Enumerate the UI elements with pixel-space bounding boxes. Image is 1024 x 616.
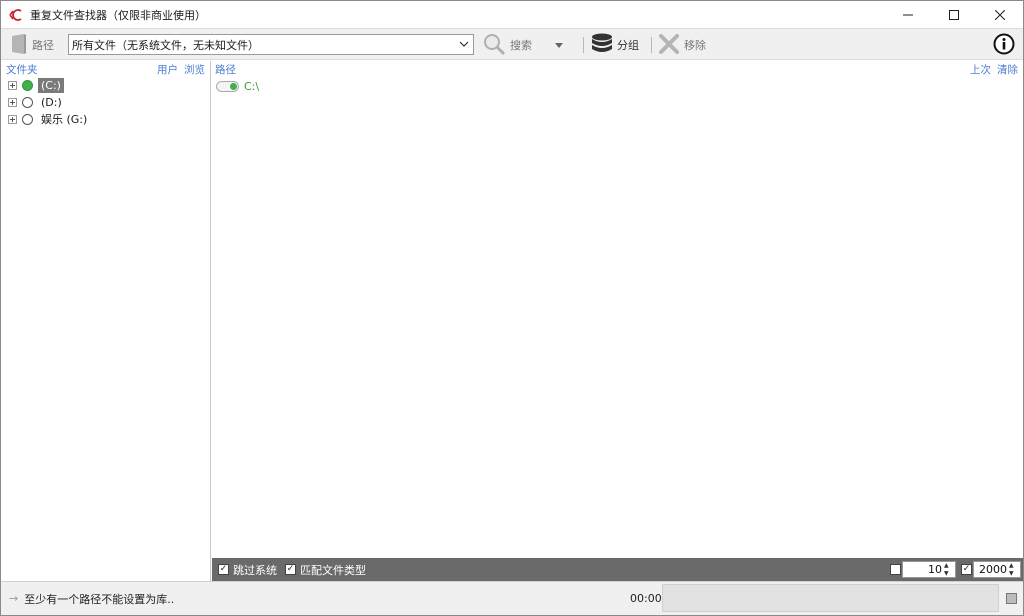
- drive-item-c[interactable]: (C:): [1, 77, 210, 94]
- max-size-value: 2000: [979, 563, 1007, 576]
- info-button[interactable]: [993, 29, 1015, 61]
- maximize-button[interactable]: [931, 1, 977, 28]
- database-icon: [591, 33, 613, 58]
- maximize-icon: [949, 9, 959, 20]
- chevron-down-icon: [458, 38, 470, 50]
- min-size-spinner[interactable]: 10 ▲ ▼: [902, 561, 956, 578]
- drive-label: (C:): [38, 78, 64, 93]
- options-bar: ✓ 跳过系统 ✓ 匹配文件类型 10 ▲ ▼ ✓ 2000 ▲ ▼: [212, 558, 1023, 581]
- caret-down-icon: [555, 39, 563, 52]
- path-list-item[interactable]: C:\: [216, 77, 1023, 95]
- users-link[interactable]: 用户: [157, 62, 178, 77]
- path-pane-title: 路径: [215, 63, 236, 76]
- skip-system-label: 跳过系统: [233, 563, 277, 577]
- drive-label: 娱乐 (G:): [41, 113, 88, 126]
- app-window: 重复文件查找器（仅限非商业使用） 路径 所有文件（无系统文件，无未知文件） 搜索…: [0, 0, 1024, 616]
- drive-item-g[interactable]: 娱乐 (G:): [1, 111, 210, 128]
- expand-icon[interactable]: [8, 81, 17, 90]
- spinner-arrows-icon[interactable]: ▲ ▼: [944, 562, 953, 577]
- expand-icon[interactable]: [8, 115, 17, 124]
- max-size-checkbox[interactable]: ✓: [961, 564, 972, 575]
- path-button-label: 路径: [32, 39, 54, 52]
- elapsed-time: 00:00: [630, 592, 662, 605]
- door-icon: [10, 33, 28, 58]
- group-button[interactable]: 分组: [591, 29, 639, 61]
- remove-button-label: 移除: [684, 39, 706, 52]
- search-button[interactable]: 搜索: [482, 29, 532, 61]
- last-link[interactable]: 上次: [970, 62, 991, 77]
- log-icon[interactable]: [1006, 593, 1017, 604]
- arrow-right-icon: →: [9, 592, 19, 605]
- toolbar-separator: [583, 37, 584, 53]
- window-title: 重复文件查找器（仅限非商业使用）: [30, 8, 206, 22]
- active-status-icon[interactable]: [22, 80, 33, 91]
- spinner-arrows-icon[interactable]: ▲ ▼: [1009, 562, 1018, 577]
- path-text: C:\: [244, 79, 260, 93]
- path-button[interactable]: 路径: [10, 29, 54, 61]
- match-type-checkbox[interactable]: ✓: [285, 564, 296, 575]
- minimize-button[interactable]: [885, 1, 931, 28]
- minimize-icon: [903, 14, 913, 15]
- path-pane-header: 路径 上次 清除: [212, 61, 1023, 77]
- search-options-dropdown[interactable]: [555, 29, 563, 61]
- toolbar-separator: [651, 37, 652, 53]
- folder-pane-header: 文件夹 用户 浏览: [1, 61, 210, 77]
- close-button[interactable]: [977, 1, 1023, 28]
- info-icon: [993, 33, 1015, 58]
- toggle-knob-icon: [230, 82, 237, 90]
- min-size-value: 10: [928, 563, 942, 576]
- cross-icon: [658, 33, 680, 58]
- skip-system-checkbox[interactable]: ✓: [218, 564, 229, 575]
- app-logo-icon: [8, 7, 24, 23]
- min-size-checkbox[interactable]: [890, 564, 901, 575]
- search-button-label: 搜索: [510, 39, 532, 52]
- status-bar: → 至少有一个路径不能设置为库.. 00:00: [1, 581, 1023, 615]
- inactive-status-icon[interactable]: [22, 97, 33, 108]
- path-toggle[interactable]: [216, 80, 239, 92]
- browse-link[interactable]: 浏览: [184, 62, 205, 77]
- close-icon: [995, 9, 1005, 20]
- file-filter-dropdown[interactable]: 所有文件（无系统文件，无未知文件）: [68, 34, 474, 55]
- progress-bar: [662, 584, 999, 612]
- inactive-status-icon[interactable]: [22, 114, 33, 125]
- drive-item-d[interactable]: (D:): [1, 94, 210, 111]
- path-pane: 路径 上次 清除 C:\: [212, 61, 1023, 558]
- file-filter-value: 所有文件（无系统文件，无未知文件）: [72, 38, 259, 52]
- drive-label: (D:): [41, 96, 62, 109]
- folder-pane: 文件夹 用户 浏览 (C:) (D:) 娱乐 (G:): [1, 61, 211, 581]
- status-message: 至少有一个路径不能设置为库..: [24, 592, 175, 606]
- search-icon: [482, 32, 506, 59]
- clear-link[interactable]: 清除: [997, 62, 1018, 77]
- expand-icon[interactable]: [8, 98, 17, 107]
- window-controls: [885, 1, 1023, 28]
- toolbar: 路径 所有文件（无系统文件，无未知文件） 搜索 分组 移除: [1, 28, 1023, 60]
- title-bar: 重复文件查找器（仅限非商业使用）: [1, 1, 1023, 28]
- group-button-label: 分组: [617, 39, 639, 52]
- match-type-label: 匹配文件类型: [300, 563, 366, 577]
- max-size-spinner[interactable]: 2000 ▲ ▼: [973, 561, 1021, 578]
- remove-button[interactable]: 移除: [658, 29, 706, 61]
- folder-pane-title: 文件夹: [6, 63, 38, 76]
